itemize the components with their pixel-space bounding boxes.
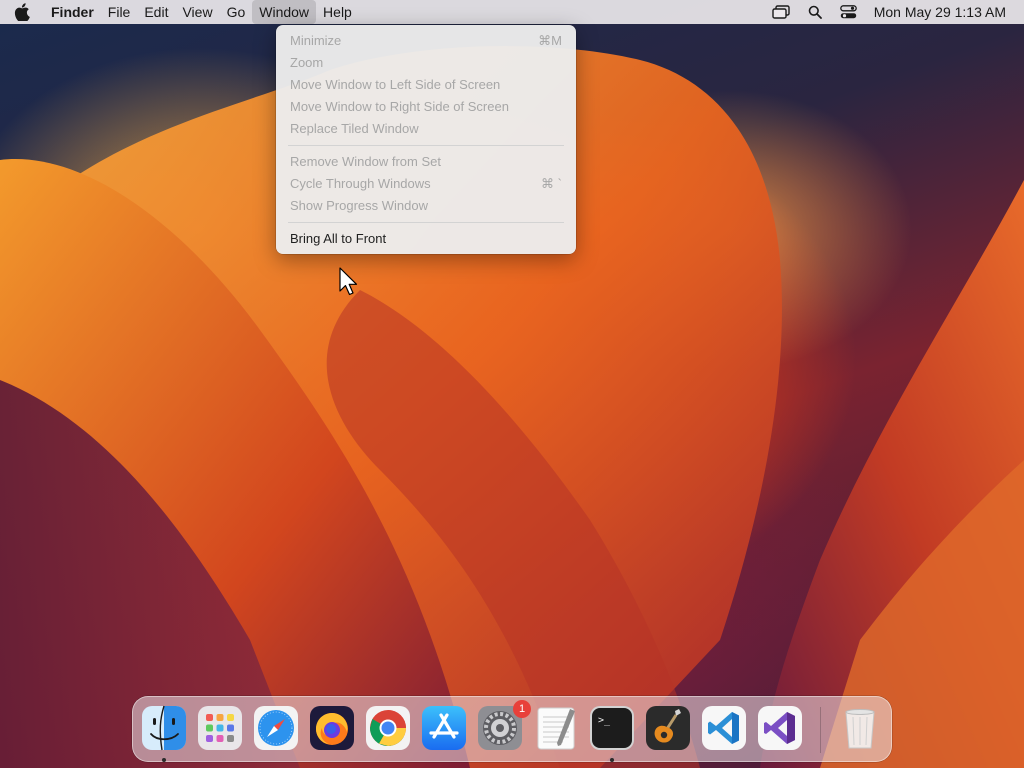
menu-item-replace-tiled[interactable]: Replace Tiled Window — [276, 118, 576, 140]
menu-item-label: Zoom — [290, 55, 324, 70]
menu-item-remove-from-set[interactable]: Remove Window from Set — [276, 151, 576, 173]
window-menu-dropdown: Minimize ⌘M Zoom Move Window to Left Sid… — [276, 25, 576, 254]
window-switcher-icon[interactable] — [764, 0, 798, 24]
menu-separator — [288, 145, 564, 146]
apple-logo-icon[interactable] — [0, 0, 44, 24]
vscode-icon[interactable] — [701, 705, 747, 751]
menu-edit[interactable]: Edit — [137, 0, 175, 24]
app-store-icon[interactable] — [421, 705, 467, 751]
menu-view[interactable]: View — [175, 0, 219, 24]
chrome-icon[interactable] — [365, 705, 411, 751]
menu-item-label: Replace Tiled Window — [290, 121, 419, 136]
firefox-icon[interactable] — [309, 705, 355, 751]
menu-separator — [288, 222, 564, 223]
finder-icon[interactable] — [141, 705, 187, 751]
running-indicator — [162, 758, 166, 762]
menu-item-bring-all-to-front[interactable]: Bring All to Front — [276, 228, 576, 250]
terminal-icon[interactable]: >_ — [589, 705, 635, 751]
launchpad-icon[interactable] — [197, 705, 243, 751]
dock: 1 >_ — [132, 696, 892, 762]
menu-file[interactable]: File — [101, 0, 138, 24]
terminal-prompt: >_ — [598, 715, 611, 726]
system-settings-icon[interactable]: 1 — [477, 700, 531, 751]
garageband-icon[interactable] — [645, 705, 691, 751]
menu-finder[interactable]: Finder — [44, 0, 101, 24]
menu-item-minimize[interactable]: Minimize ⌘M — [276, 30, 576, 52]
menu-window[interactable]: Window — [252, 0, 317, 24]
search-icon[interactable] — [798, 0, 832, 24]
visual-studio-icon[interactable] — [757, 705, 803, 751]
menu-item-shortcut: ⌘M — [538, 33, 562, 48]
menu-item-shortcut: ⌘ ` — [541, 176, 562, 191]
menu-item-move-left[interactable]: Move Window to Left Side of Screen — [276, 74, 576, 96]
control-center-icon[interactable] — [832, 0, 866, 24]
menu-item-label: Show Progress Window — [290, 198, 428, 213]
menu-item-label: Bring All to Front — [290, 231, 387, 246]
notification-badge: 1 — [513, 700, 531, 718]
menu-item-label: Move Window to Right Side of Screen — [290, 99, 509, 114]
menu-bar-clock[interactable]: Mon May 29 1:13 AM — [866, 4, 1024, 20]
menu-go[interactable]: Go — [220, 0, 253, 24]
menu-item-show-progress[interactable]: Show Progress Window — [276, 195, 576, 217]
menu-item-label: Minimize — [290, 33, 342, 48]
dock-divider — [820, 707, 821, 753]
menu-item-move-right[interactable]: Move Window to Right Side of Screen — [276, 96, 576, 118]
menu-item-label: Cycle Through Windows — [290, 176, 431, 191]
mouse-pointer-icon — [339, 267, 358, 296]
menu-help[interactable]: Help — [316, 0, 359, 24]
menu-bar: Finder File Edit View Go Window Help Mon… — [0, 0, 1024, 24]
status-area: Mon May 29 1:13 AM — [764, 0, 1024, 24]
menu-item-cycle-windows[interactable]: Cycle Through Windows ⌘ ` — [276, 173, 576, 195]
menu-item-label: Move Window to Left Side of Screen — [290, 77, 501, 92]
safari-icon[interactable] — [253, 705, 299, 751]
textedit-icon[interactable] — [533, 705, 579, 751]
running-indicator — [610, 758, 614, 762]
trash-icon[interactable] — [837, 705, 883, 751]
menu-item-zoom[interactable]: Zoom — [276, 52, 576, 74]
menu-item-label: Remove Window from Set — [290, 154, 441, 169]
